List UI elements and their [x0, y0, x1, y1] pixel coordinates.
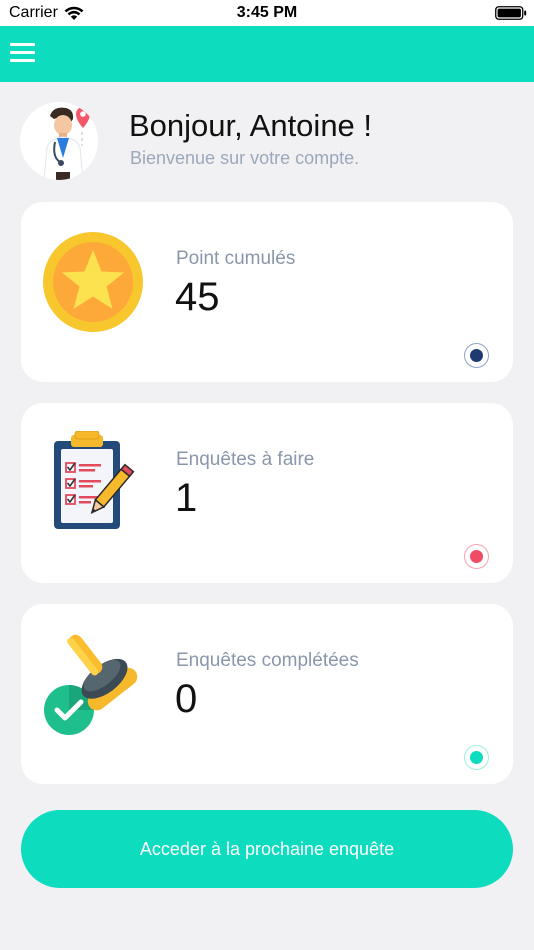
star-coin-icon: [43, 232, 143, 332]
points-radio-icon[interactable]: [464, 343, 489, 368]
completed-radio-icon[interactable]: [464, 745, 489, 770]
points-card[interactable]: Point cumulés 45: [21, 202, 513, 382]
battery-icon: [495, 6, 527, 20]
status-time: 3:45 PM: [236, 4, 298, 21]
completed-surveys-card[interactable]: Enquêtes complétées 0: [21, 604, 513, 784]
hamburger-menu-icon[interactable]: [10, 43, 36, 63]
greeting-section: Bonjour, Antoine ! Bienvenue sur votre c…: [20, 102, 514, 182]
todo-surveys-value: 1: [175, 476, 198, 520]
next-survey-button[interactable]: Acceder à la prochaine enquête: [21, 810, 513, 888]
todo-surveys-card[interactable]: Enquêtes à faire 1: [21, 403, 513, 583]
avatar: [20, 102, 98, 180]
status-bar: Carrier 3:45 PM: [0, 0, 534, 26]
nav-bar: [0, 26, 534, 82]
todo-surveys-label: Enquêtes à faire: [176, 449, 315, 470]
points-label: Point cumulés: [176, 248, 296, 269]
stamp-check-icon: [44, 634, 138, 735]
completed-surveys-label: Enquêtes complétées: [176, 650, 359, 671]
greeting-title: Bonjour, Antoine !: [129, 108, 373, 143]
todo-radio-icon[interactable]: [464, 544, 489, 569]
clipboard-checklist-icon: [54, 431, 135, 529]
doctor-avatar-icon: [43, 107, 90, 180]
greeting-subtitle: Bienvenue sur votre compte.: [130, 148, 360, 168]
completed-surveys-value: 0: [175, 677, 198, 721]
points-value: 45: [175, 275, 220, 319]
